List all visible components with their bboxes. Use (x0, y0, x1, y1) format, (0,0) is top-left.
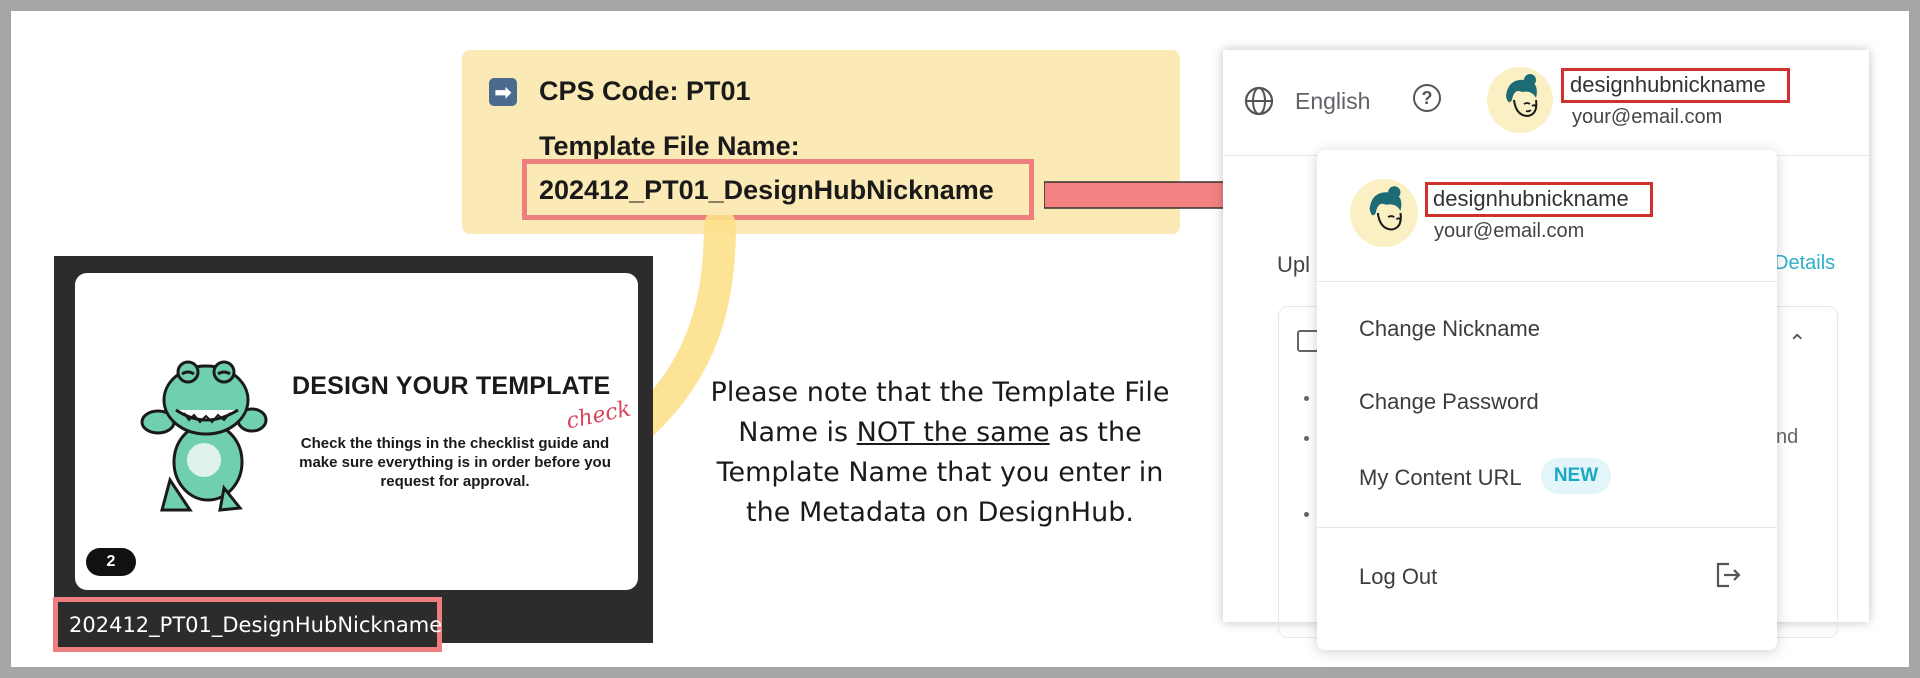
dropdown-username: designhubnickname (1433, 186, 1629, 211)
header-email: your@email.com (1572, 106, 1723, 128)
note-text: Please note that the Template File Name … (700, 373, 1180, 533)
dropdown-email: your@email.com (1434, 220, 1585, 242)
arrow-right-icon: ➡ (489, 78, 517, 106)
bullet-dot (1304, 396, 1309, 401)
chevron-up-icon[interactable]: ⌃ (1788, 330, 1806, 356)
upload-heading-fragment: Upl (1277, 252, 1311, 277)
new-badge: NEW (1541, 458, 1611, 494)
globe-icon[interactable] (1243, 85, 1275, 117)
header-username[interactable]: designhubnickname (1570, 72, 1766, 98)
dropdown-divider (1317, 527, 1777, 528)
file-caption: 202412_PT01_DesignHubNickname (69, 613, 443, 637)
help-icon[interactable]: ? (1413, 84, 1441, 112)
menu-item-change-nickname[interactable]: Change Nickname (1359, 316, 1540, 342)
details-link-fragment[interactable]: Details (1774, 252, 1835, 275)
language-selector[interactable]: English (1295, 88, 1370, 115)
text-fragment: nd (1776, 426, 1799, 448)
crocodile-mascot-icon (140, 360, 268, 512)
template-file-name-value: 202412_PT01_DesignHubNickname (539, 175, 994, 205)
bullet-dot (1304, 512, 1309, 517)
avatar-icon[interactable] (1486, 66, 1554, 134)
template-file-name-label: Template File Name: (539, 131, 800, 161)
cps-code: CPS Code: PT01 (539, 76, 751, 106)
menu-item-log-out[interactable]: Log Out (1359, 564, 1437, 590)
dropdown-avatar-icon (1350, 179, 1418, 247)
page-number-badge: 2 (86, 548, 136, 576)
menu-item-my-content-url[interactable]: My Content URL (1359, 465, 1522, 491)
bullet-dot (1304, 436, 1309, 441)
slide-body: Check the things in the checklist guide … (299, 435, 611, 490)
dropdown-divider (1317, 281, 1777, 282)
slide-title: DESIGN YOUR TEMPLATE (292, 372, 611, 400)
logout-icon[interactable] (1713, 560, 1743, 590)
image-icon (1297, 330, 1319, 352)
menu-item-change-password[interactable]: Change Password (1359, 389, 1539, 415)
note-emphasis: NOT the same (856, 417, 1050, 448)
